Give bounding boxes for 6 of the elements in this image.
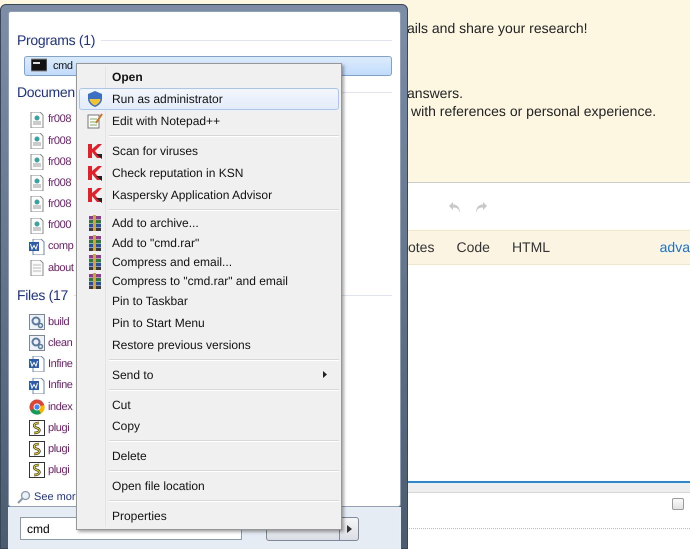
notice-text: ails and share your research! <box>407 19 589 38</box>
notice-text: with references or personal experience. <box>410 103 658 120</box>
section-header: Documen <box>17 83 75 102</box>
notice-text: answers. <box>407 85 464 102</box>
section-header: Programs (1) <box>17 31 96 50</box>
section-header: Files (17 <box>17 286 68 305</box>
